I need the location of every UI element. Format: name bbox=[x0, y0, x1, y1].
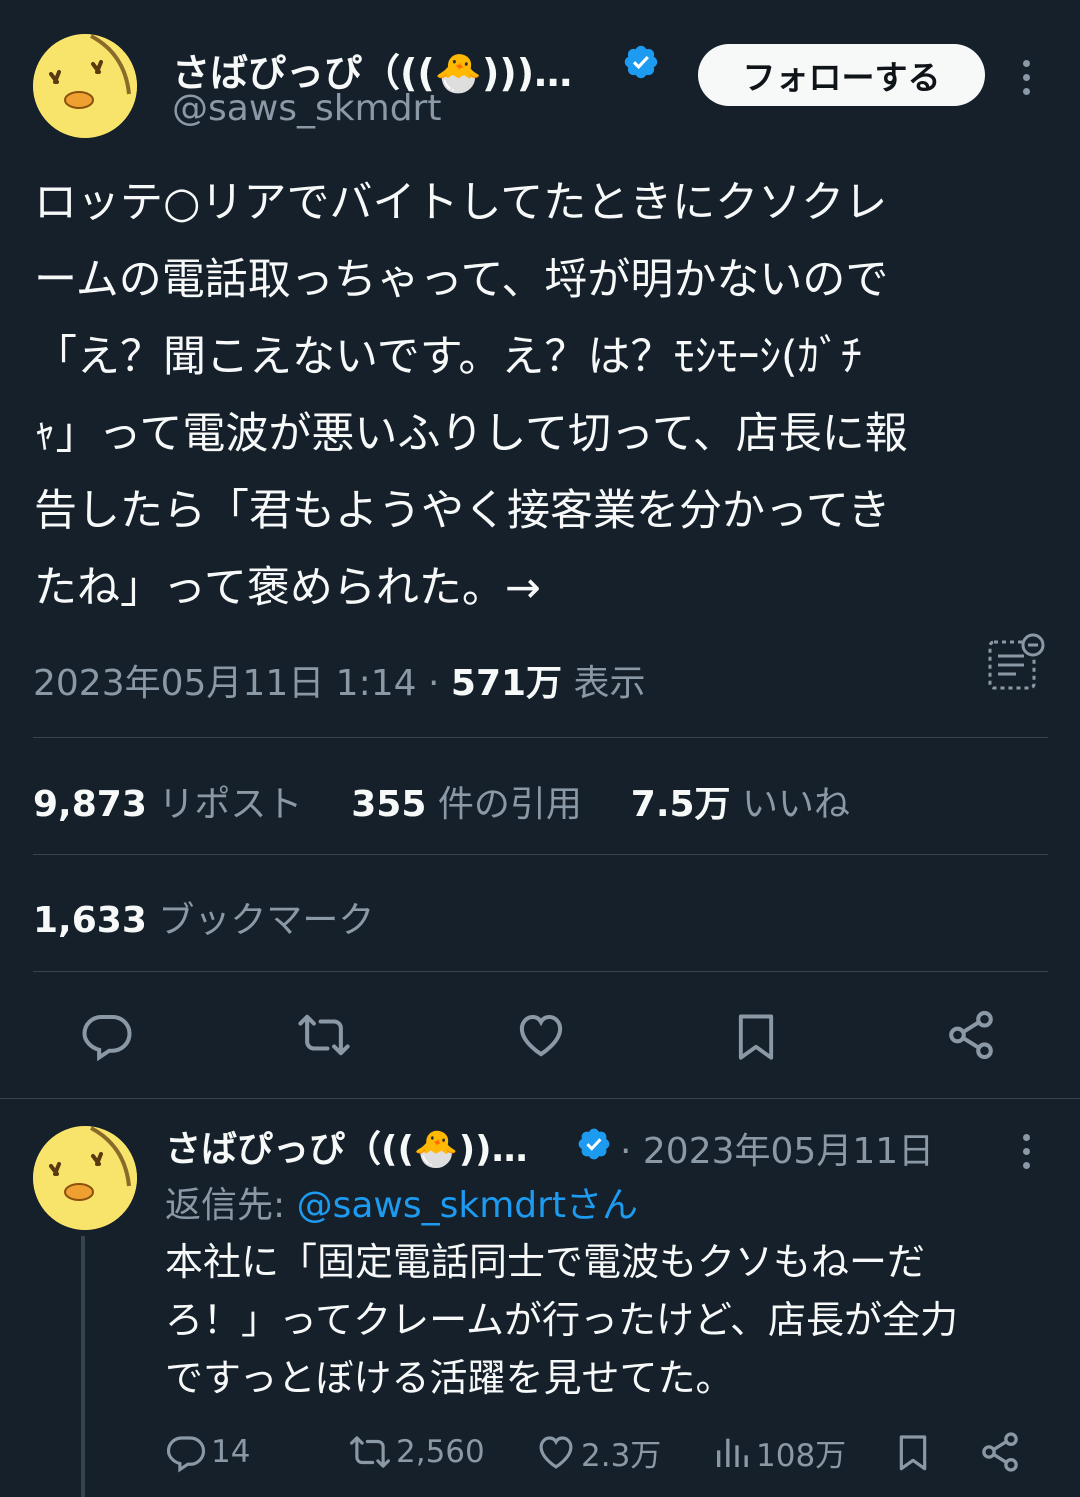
reply-line: ろ！」ってクレームが行ったけど、店長が全力 bbox=[165, 1298, 959, 1342]
divider bbox=[33, 854, 1048, 855]
quotes-count: 355 bbox=[351, 784, 427, 825]
tweet-meta: 2023年05月11日 1:14 · 571万 表示 bbox=[33, 654, 646, 706]
share-icon[interactable] bbox=[944, 1008, 998, 1062]
tweet-line: たね」って褒められた。→ bbox=[34, 563, 541, 613]
quotes-stat[interactable]: 355 件の引用 bbox=[351, 784, 593, 825]
bookmarks-label: ブックマーク bbox=[158, 900, 375, 941]
tweet-line: 「え？聞こえないです。え？は？ﾓｼﾓｰｼ(ｶﾞﾁ bbox=[34, 332, 863, 382]
engagement-stats: 9,873 リポスト 355 件の引用 7.5万 いいね bbox=[33, 775, 850, 827]
reply-text: 本社に「固定電話同士で電波もクソもねーだ ろ！」ってクレームが行ったけど、店長が… bbox=[165, 1233, 1055, 1407]
reposts-count: 9,873 bbox=[33, 784, 147, 825]
reply-bookmark[interactable] bbox=[893, 1430, 937, 1474]
bookmark-icon bbox=[899, 1435, 927, 1471]
views-label: 表示 bbox=[573, 663, 646, 704]
reply-icon[interactable] bbox=[80, 1008, 134, 1062]
reply-share[interactable] bbox=[978, 1430, 1026, 1474]
reply-views[interactable]: 108万 bbox=[712, 1430, 846, 1474]
verified-badge-icon bbox=[624, 45, 658, 79]
reply-reposts[interactable]: 2,560 bbox=[348, 1430, 485, 1474]
bookmarks-stat[interactable]: 1,633 ブックマーク bbox=[33, 891, 374, 943]
author-handle[interactable]: @saws_skmdrt bbox=[172, 88, 441, 129]
bookmarks-count: 1,633 bbox=[33, 900, 147, 941]
divider bbox=[33, 737, 1048, 738]
likes-stat[interactable]: 7.5万 いいね bbox=[631, 784, 850, 825]
reply-date-row: · 2023年05月11日 bbox=[620, 1122, 934, 1174]
likes-count: 7.5万 bbox=[630, 784, 731, 825]
like-icon[interactable] bbox=[514, 1008, 568, 1062]
reply-views-count: 108万 bbox=[756, 1437, 847, 1474]
more-icon[interactable] bbox=[1020, 1134, 1032, 1176]
reply-replies[interactable]: 14 bbox=[165, 1430, 250, 1474]
reply-to-prefix: 返信先: bbox=[165, 1185, 297, 1226]
timestamp[interactable]: 2023年05月11日 1:14 bbox=[33, 663, 417, 704]
reply-author-name[interactable]: さばぴっぴ（((🐣))… bbox=[165, 1120, 575, 1172]
reply-reposts-count: 2,560 bbox=[396, 1434, 485, 1470]
tweet-line: ロッテ○リアでバイトしてたときにクソクレ bbox=[34, 178, 888, 228]
divider bbox=[33, 971, 1048, 972]
more-icon[interactable] bbox=[1020, 60, 1032, 102]
tweet-line: 告したら「君もようやく接客業を分かってき bbox=[34, 486, 891, 536]
likes-label: いいね bbox=[742, 784, 851, 825]
avatar-chick-icon bbox=[33, 34, 137, 138]
reply-replies-count: 14 bbox=[211, 1434, 251, 1470]
views-icon bbox=[717, 1438, 748, 1467]
repost-icon bbox=[350, 1436, 390, 1468]
views-count: 571万 bbox=[450, 663, 563, 704]
reply-line: ですっとぼける活躍を見せてた。 bbox=[165, 1356, 734, 1400]
reply-icon bbox=[166, 1436, 206, 1473]
reply-avatar[interactable] bbox=[33, 1126, 137, 1230]
avatar-chick-icon bbox=[33, 1126, 137, 1230]
tweet-line: ｬ」って電波が悪いふりして切って、店長に報 bbox=[34, 409, 908, 459]
tweet-text: ロッテ○リアでバイトしてたときにクソクレ ームの電話取っちゃって、埒が明かないの… bbox=[34, 165, 1054, 627]
share-icon bbox=[982, 1432, 1018, 1472]
reply-line: 本社に「固定電話同士で電波もクソもねーだ bbox=[165, 1240, 926, 1284]
meta-separator: · bbox=[427, 663, 440, 704]
analytics-icon[interactable] bbox=[986, 632, 1048, 694]
section-divider bbox=[0, 1098, 1080, 1099]
bookmark-icon[interactable] bbox=[730, 1008, 782, 1064]
thread-line bbox=[81, 1236, 85, 1497]
tweet-line: ームの電話取っちゃって、埒が明かないので bbox=[34, 255, 889, 305]
repost-icon[interactable] bbox=[296, 1008, 352, 1062]
reposts-label: リポスト bbox=[158, 784, 303, 825]
reply-likes-count: 2.3万 bbox=[581, 1437, 662, 1474]
reply-to-handle[interactable]: @saws_skmdrtさん bbox=[297, 1185, 638, 1226]
reposts-stat[interactable]: 9,873 リポスト bbox=[33, 784, 314, 825]
quotes-label: 件の引用 bbox=[437, 784, 582, 825]
reply-to: 返信先: @saws_skmdrtさん bbox=[165, 1176, 638, 1228]
verified-badge-icon bbox=[578, 1128, 610, 1160]
avatar[interactable] bbox=[33, 34, 137, 138]
reply-date[interactable]: 2023年05月11日 bbox=[643, 1131, 934, 1172]
like-icon bbox=[539, 1436, 573, 1469]
reply-separator: · bbox=[620, 1131, 632, 1172]
reply-likes[interactable]: 2.3万 bbox=[535, 1430, 661, 1474]
follow-button[interactable]: フォローする bbox=[698, 44, 985, 106]
